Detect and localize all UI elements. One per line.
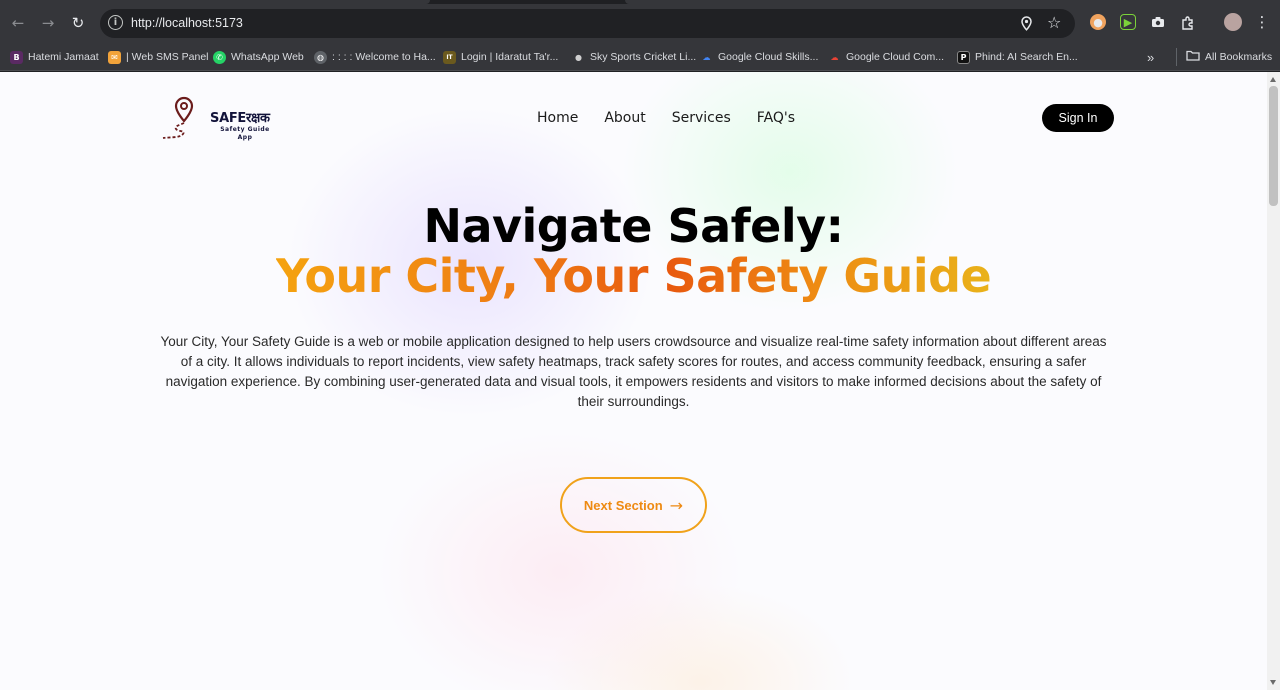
hero-subtitle: Your City, Your Safety Guide (0, 248, 1267, 304)
bookmark-item[interactable]: ● Sky Sports Cricket Li... (572, 48, 696, 66)
hero-title: Navigate Safely: (423, 199, 845, 253)
arrow-right-icon: → (669, 495, 684, 515)
bookmark-item[interactable]: ☁ Google Cloud Com... (828, 48, 945, 66)
globe-icon: ◍ (314, 50, 327, 64)
bookmark-label: Google Cloud Skills... (718, 51, 819, 63)
bookmark-label: Sky Sports Cricket Li... (590, 51, 697, 63)
tab-edge-right (625, 0, 1280, 4)
hero-description: Your City, Your Safety Guide is a web or… (160, 334, 1107, 409)
bookmark-label: Hatemi Jamaat (28, 51, 99, 63)
bookmark-item[interactable]: ☁ Google Cloud Skills... (700, 48, 819, 66)
bookmark-label: WhatsApp Web (231, 51, 304, 63)
bookmark-item[interactable]: B Hatemi Jamaat (10, 48, 99, 66)
bookmark-item[interactable]: P Phind: AI Search En... (957, 48, 1078, 66)
extension-play-icon[interactable]: ▶ (1120, 14, 1136, 30)
all-bookmarks-button[interactable]: All Bookmarks (1176, 48, 1272, 66)
nav-faqs[interactable]: FAQ's (757, 110, 795, 126)
map-pin-icon (162, 96, 194, 139)
scroll-up-icon[interactable] (1270, 77, 1276, 82)
main-nav: Home About Services FAQ's (537, 110, 821, 126)
back-icon[interactable]: ← (7, 12, 29, 34)
b-icon: B (10, 50, 23, 64)
page-viewport: SAFEरक्षक Safety Guide App Home About Se… (0, 72, 1267, 690)
bookmarks-bar: B Hatemi Jamaat ✉ | Web SMS Panel ✆ What… (0, 44, 1280, 71)
bookmark-label: Google Cloud Com... (846, 51, 945, 63)
nav-about[interactable]: About (604, 110, 645, 126)
camera-icon[interactable] (1150, 14, 1166, 30)
site-logo[interactable]: SAFEरक्षक Safety Guide App (160, 96, 285, 142)
location-pin-icon[interactable] (1020, 16, 1033, 35)
bookmark-label: | Web SMS Panel (126, 51, 209, 63)
phind-icon: P (957, 50, 970, 64)
reload-icon[interactable]: ↻ (67, 12, 89, 34)
bookmark-item[interactable]: IT Login | Idaratut Ta'r... (443, 48, 558, 66)
idara-icon: IT (443, 50, 456, 64)
bookmark-item[interactable]: ◍ : : : : Welcome to Ha... (314, 48, 436, 66)
scroll-down-icon[interactable] (1270, 680, 1276, 685)
tab-strip (0, 0, 1280, 4)
nav-home[interactable]: Home (537, 110, 578, 126)
all-bookmarks-label: All Bookmarks (1205, 51, 1273, 63)
tab-edge-left (0, 0, 430, 4)
next-section-label: Next Section (583, 497, 663, 513)
next-section-button[interactable]: Next Section → (560, 477, 707, 533)
scrollbar-thumb[interactable] (1269, 86, 1278, 206)
sign-in-button[interactable]: Sign In (1042, 104, 1114, 132)
cricket-icon: ● (575, 52, 582, 62)
bookmark-label: Login | Idaratut Ta'r... (461, 51, 559, 63)
bookmark-label: : : : : Welcome to Ha... (332, 51, 436, 63)
nav-services[interactable]: Services (672, 110, 731, 126)
bookmark-label: Phind: AI Search En... (975, 51, 1078, 63)
address-bar[interactable]: i http://localhost:5173 ☆ (100, 9, 1075, 38)
extension-avatar-icon[interactable]: ● (1090, 14, 1106, 30)
bookmark-item[interactable]: ✆ WhatsApp Web (213, 48, 304, 66)
address-url[interactable]: http://localhost:5173 (131, 16, 243, 30)
profile-avatar-icon[interactable] (1224, 13, 1242, 31)
bookmark-item[interactable]: ✉ | Web SMS Panel (108, 48, 209, 66)
site-info-icon[interactable]: i (108, 15, 123, 30)
logo-subtitle: Safety Guide App (216, 126, 274, 142)
bookmarks-overflow-button[interactable]: » (1147, 48, 1154, 66)
menu-kebab-icon[interactable]: ⋮ (1254, 13, 1270, 31)
forward-icon[interactable]: → (37, 12, 59, 34)
sms-icon: ✉ (108, 50, 121, 64)
google-cloud-icon: ☁ (702, 52, 711, 62)
extensions-puzzle-icon[interactable] (1180, 14, 1196, 30)
google-cloud-icon: ☁ (830, 52, 839, 62)
page-scrollbar[interactable] (1267, 72, 1280, 690)
browser-toolbar: ← → ↻ i http://localhost:5173 ☆ ● ▶ ⋮ (0, 0, 1280, 44)
whatsapp-icon: ✆ (213, 50, 226, 64)
logo-subtitle-line: App (237, 134, 253, 141)
bookmark-star-icon[interactable]: ☆ (1047, 13, 1061, 32)
folder-icon (1186, 50, 1200, 64)
logo-subtitle-line: Safety Guide (220, 126, 270, 133)
hero-subtitle-text: Your City, Your Safety Guide (275, 249, 992, 303)
logo-title: SAFEरक्षक (210, 111, 270, 126)
